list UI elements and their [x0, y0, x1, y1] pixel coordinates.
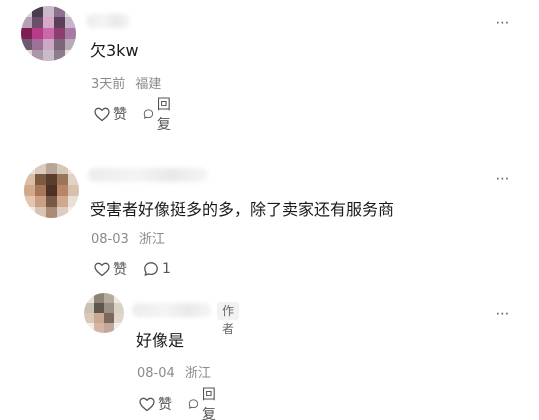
reply-button[interactable]: 回复 [143, 94, 176, 134]
like-label: 赞 [113, 107, 127, 123]
heart-icon [139, 397, 155, 411]
like-button[interactable]: 赞 [94, 104, 127, 124]
comment-location: 福建 [135, 77, 162, 92]
comment-text: 欠3kw [90, 41, 139, 60]
comment-meta: 08-03 浙江 [91, 231, 165, 249]
comment-time: 08-04 [137, 366, 175, 381]
comment-text: 受害者好像挺多的多，除了卖家还有服务商 [90, 200, 395, 219]
username-blurred[interactable] [86, 14, 130, 28]
comment-location: 浙江 [138, 232, 165, 247]
comment-time: 08-03 [91, 232, 129, 247]
reply-count: 1 [162, 261, 171, 277]
more-options-button[interactable]: ⋯ [492, 172, 514, 186]
username-blurred[interactable] [88, 168, 208, 182]
comment-location: 浙江 [184, 366, 211, 381]
comment-meta: 08-04 浙江 [137, 365, 211, 383]
comment-actions: 赞 回复 [139, 387, 237, 420]
comment-icon [143, 109, 154, 119]
avatar[interactable] [21, 6, 76, 61]
comment-actions: 赞 回复 [94, 97, 192, 133]
comment-actions: 赞 1 [94, 260, 187, 278]
comment-time: 3天前 [91, 77, 126, 92]
heart-icon [94, 107, 110, 121]
reply-label: 回复 [201, 387, 216, 420]
heart-icon [94, 262, 110, 276]
more-options-button[interactable]: ⋯ [492, 307, 514, 321]
reply-button[interactable]: 回复 [188, 384, 221, 420]
more-options-button[interactable]: ⋯ [492, 16, 514, 30]
reply-button[interactable]: 1 [143, 261, 171, 277]
like-label: 赞 [113, 262, 127, 278]
reply-label: 回复 [156, 97, 171, 133]
comment-icon [144, 262, 158, 276]
comment-list: ⋯ 欠3kw 3天前 福建 赞 回复 ⋯ 受害者好像挺多的多，除了卖家还有服务商… [0, 0, 539, 420]
comment-meta: 3天前 福建 [91, 76, 161, 94]
author-badge: 作者 [217, 302, 240, 336]
comment-icon [188, 399, 199, 409]
like-button[interactable]: 赞 [139, 394, 172, 414]
like-label: 赞 [158, 397, 172, 413]
like-button[interactable]: 赞 [94, 259, 127, 279]
username-blurred[interactable] [132, 303, 212, 317]
avatar[interactable] [84, 293, 124, 333]
avatar[interactable] [24, 163, 79, 218]
comment-text: 好像是 [136, 331, 185, 350]
